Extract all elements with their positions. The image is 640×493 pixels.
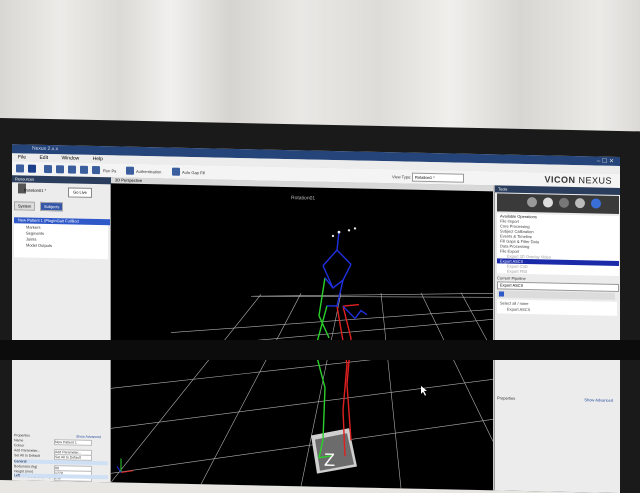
folder-icon[interactable] bbox=[44, 164, 52, 174]
run-label[interactable]: Run Pa bbox=[103, 168, 116, 173]
menu-file[interactable]: File bbox=[18, 154, 26, 160]
brush-icon[interactable] bbox=[559, 197, 569, 208]
background-wall bbox=[0, 0, 640, 140]
tools-iconbar bbox=[497, 193, 619, 214]
menu-edit[interactable]: Edit bbox=[39, 155, 48, 161]
tree-item-model-outputs[interactable]: Model Outputs bbox=[26, 243, 52, 250]
resources-header: Resources bbox=[12, 175, 113, 185]
viewport-scene: Rotation01 Z bbox=[110, 195, 494, 489]
tab-subjects[interactable]: Subjects bbox=[40, 201, 64, 212]
gapfill-icon[interactable] bbox=[172, 167, 180, 176]
floor-grid bbox=[110, 292, 494, 489]
pipeline-controls bbox=[497, 290, 615, 300]
subject-tree: New Patient 1 (PlugInGait FullBod Marker… bbox=[14, 217, 110, 260]
close-icon[interactable] bbox=[28, 164, 36, 173]
prop-name-value[interactable]: New Patient 1 bbox=[54, 439, 92, 446]
pipeline-list: Select all / none Export ASCII bbox=[497, 299, 617, 316]
view-type-select[interactable]: Rotation1 * bbox=[412, 172, 464, 183]
pipeline-header: Current Pipeline bbox=[497, 275, 526, 282]
authentication-label[interactable]: Authentication bbox=[136, 169, 161, 175]
pipeline-item-export-ascii[interactable]: Export ASCII bbox=[507, 307, 530, 312]
tools-properties-header: Properties bbox=[497, 395, 516, 401]
app-logo: VICON NEXUS bbox=[544, 174, 612, 185]
desk-edge bbox=[0, 340, 640, 360]
target-icon[interactable] bbox=[527, 197, 537, 208]
menu-window[interactable]: Window bbox=[61, 155, 79, 161]
tools-properties: Properties Show Advanced bbox=[497, 395, 617, 403]
resources-panel: Resources Rotation01 * Go Live System Su… bbox=[12, 175, 113, 485]
screen: Nexus 2.x.x – ☐ ✕ File Edit Window Help … bbox=[12, 144, 620, 493]
gear-icon[interactable] bbox=[591, 198, 601, 209]
menu-help[interactable]: Help bbox=[93, 156, 103, 162]
resource-tabs: System Subjects bbox=[14, 201, 108, 212]
prop-default-label: Set All to Default bbox=[14, 453, 40, 458]
op-export-fbx[interactable]: Export FBX bbox=[507, 269, 527, 274]
monitor-bezel: Nexus 2.x.x – ☐ ✕ File Edit Window Help … bbox=[0, 118, 640, 493]
tag-icon[interactable] bbox=[575, 198, 585, 209]
pane-label[interactable]: 3D Perspective bbox=[115, 177, 142, 183]
logo-nexus: NEXUS bbox=[578, 175, 612, 186]
play-icon[interactable] bbox=[499, 291, 504, 297]
view-type-label: View Type: bbox=[392, 174, 412, 180]
skeleton-left-side bbox=[314, 277, 332, 459]
tab-system[interactable]: System bbox=[14, 201, 36, 211]
pipeline-select-all[interactable]: Select all / none bbox=[500, 300, 528, 306]
trial-name: Rotation01 * bbox=[24, 187, 47, 193]
svg-text:Z: Z bbox=[324, 450, 335, 470]
save-icon[interactable] bbox=[16, 164, 24, 173]
person-icon[interactable] bbox=[80, 165, 88, 174]
go-live-button[interactable]: Go Live bbox=[68, 187, 92, 198]
pipeline-icon[interactable] bbox=[92, 165, 100, 175]
axis-triad bbox=[116, 458, 134, 474]
left-section: Left bbox=[14, 473, 108, 485]
3d-viewport[interactable]: Rotation01 Z bbox=[110, 183, 494, 491]
section-left: Left bbox=[14, 473, 108, 480]
operations-list: Available Operations File Import Core Pr… bbox=[497, 213, 619, 276]
trial-label: Rotation01 bbox=[291, 195, 315, 202]
settings-icon[interactable] bbox=[68, 165, 76, 174]
person-icon[interactable] bbox=[543, 197, 553, 208]
play-icon[interactable] bbox=[56, 165, 64, 174]
head-markers bbox=[331, 227, 357, 238]
logo-vicon: VICON bbox=[544, 174, 576, 186]
auth-icon[interactable] bbox=[126, 166, 134, 175]
mouse-cursor bbox=[421, 385, 427, 396]
tools-show-advanced[interactable]: Show Advanced bbox=[584, 397, 613, 403]
gapfill-label[interactable]: Auto Gap Fill bbox=[182, 170, 205, 175]
